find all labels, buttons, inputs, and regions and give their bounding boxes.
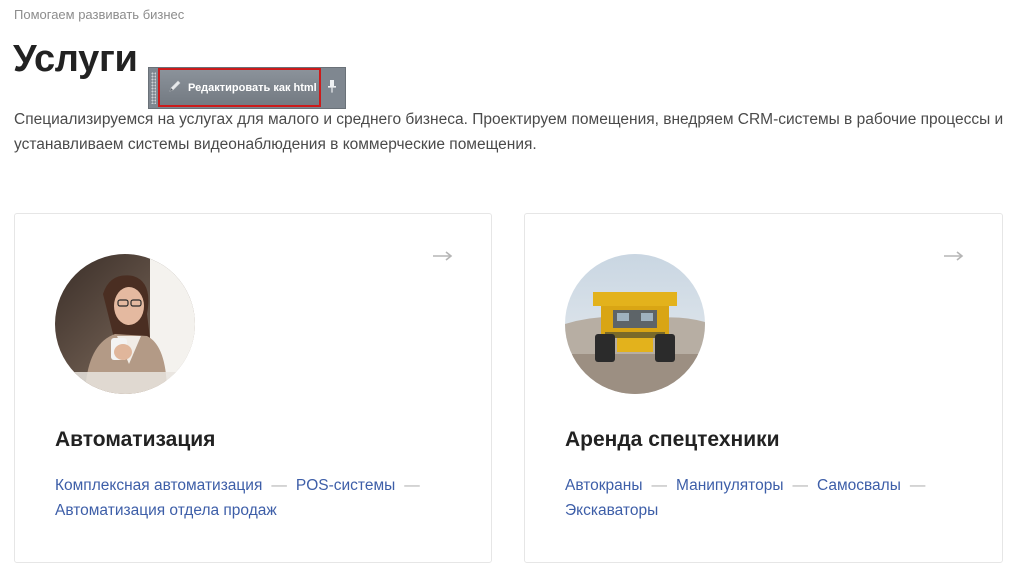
- arrow-right-icon[interactable]: [944, 248, 964, 266]
- intro-text: Специализируемся на услугах для малого и…: [14, 111, 1004, 153]
- service-card-automation[interactable]: Автоматизация Комплексная автоматизация —…: [14, 213, 492, 563]
- breadcrumb[interactable]: Помогаем развивать бизнес: [14, 7, 184, 22]
- link-sales-automation[interactable]: Автоматизация отдела продаж: [55, 502, 277, 519]
- link-excavators[interactable]: Экскаваторы: [565, 502, 658, 519]
- link-separator: —: [909, 477, 926, 494]
- link-separator: —: [271, 477, 287, 494]
- card-title[interactable]: Автоматизация: [55, 428, 215, 452]
- link-manipulators[interactable]: Манипуляторы: [676, 477, 783, 494]
- card-title[interactable]: Аренда спецтехники: [565, 428, 780, 452]
- arrow-right-icon[interactable]: [433, 248, 453, 266]
- card-links: Автокраны — Манипуляторы — Самосвалы — Экскава…: [565, 473, 975, 523]
- link-separator: —: [651, 477, 668, 494]
- pin-icon: [327, 79, 337, 98]
- woman-with-coffee-photo[interactable]: [55, 254, 195, 394]
- service-card-equipment-rental[interactable]: Аренда спецтехники Автокраны — Манипулятор…: [524, 213, 1003, 563]
- editor-toolbar: Редактировать как html: [148, 67, 346, 109]
- link-complex-automation[interactable]: Комплексная автоматизация: [55, 477, 262, 494]
- card-links: Комплексная автоматизация — POS-системы — Ав…: [55, 473, 465, 523]
- drag-handle[interactable]: [151, 72, 156, 104]
- pin-button[interactable]: [323, 78, 341, 98]
- page-title: Услуги: [13, 38, 138, 80]
- link-separator: —: [404, 477, 420, 494]
- link-pos-systems[interactable]: POS-системы: [296, 477, 395, 494]
- link-separator: —: [792, 477, 808, 494]
- link-truck-cranes[interactable]: Автокраны: [565, 477, 643, 494]
- mining-dump-truck-photo[interactable]: [565, 254, 705, 394]
- edit-as-html-label: Редактировать как html: [188, 81, 317, 94]
- pencil-icon: [168, 79, 182, 96]
- edit-as-html-button[interactable]: Редактировать как html: [158, 68, 321, 107]
- link-dump-trucks[interactable]: Самосвалы: [817, 477, 901, 494]
